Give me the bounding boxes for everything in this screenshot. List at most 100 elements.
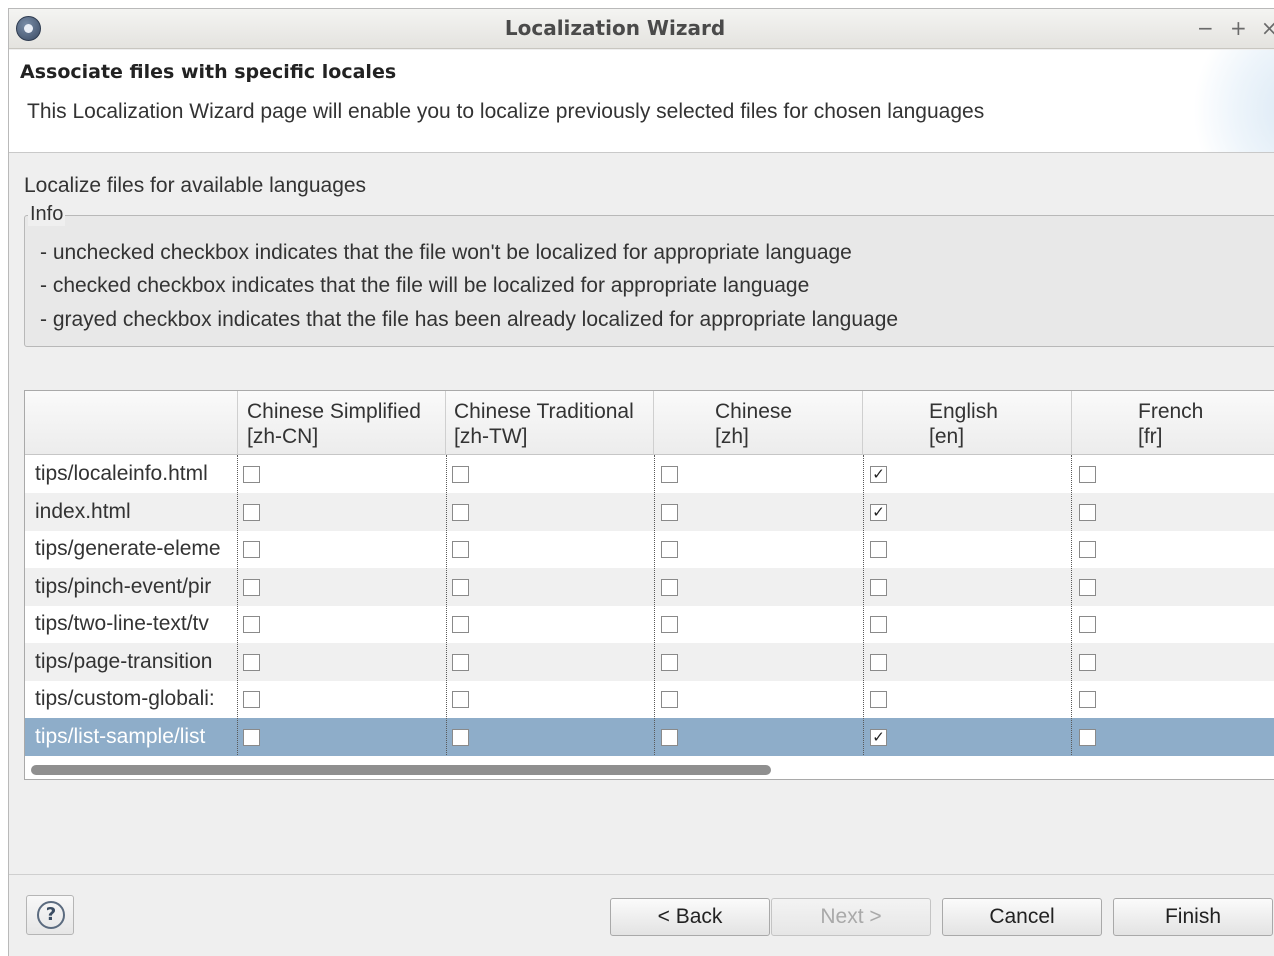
table-row[interactable]: tips/localeinfo.html ✓: [25, 455, 1274, 493]
locale-checkbox-en[interactable]: ✓: [870, 728, 887, 746]
locale-checkbox-en[interactable]: ✓: [870, 503, 887, 521]
locale-checkbox-zh[interactable]: [661, 691, 678, 708]
minimize-icon[interactable]: −: [1197, 15, 1214, 41]
column-divider: [1071, 455, 1072, 755]
locale-checkbox-zh-CN[interactable]: [243, 616, 260, 633]
locale-checkbox-zh-CN[interactable]: [243, 578, 260, 596]
help-icon: ?: [37, 901, 65, 929]
locale-checkbox-fr[interactable]: [1079, 541, 1096, 558]
locale-checkbox-fr[interactable]: [1079, 691, 1096, 708]
locale-checkbox-zh-CN[interactable]: [243, 541, 260, 558]
close-icon[interactable]: ×: [1261, 15, 1274, 41]
locale-checkbox-en[interactable]: [870, 578, 887, 596]
column-language: Chinese Traditional: [454, 400, 634, 423]
column-language: English: [929, 400, 998, 423]
table-row[interactable]: index.html ✓: [25, 492, 1274, 531]
button-bar-separator: [9, 874, 1274, 875]
column-code: [en]: [929, 425, 965, 448]
column-header-zh-tw[interactable]: Chinese Traditional [zh-TW]: [446, 391, 654, 455]
info-line-grayed: - grayed checkbox indicates that the fil…: [40, 308, 899, 331]
locale-checkbox-zh[interactable]: [661, 503, 678, 521]
next-button[interactable]: Next >: [771, 898, 931, 936]
file-name-cell: index.html: [35, 499, 131, 523]
locale-checkbox-en[interactable]: [870, 541, 887, 558]
locale-checkbox-zh[interactable]: [661, 616, 678, 633]
locale-checkbox-en[interactable]: [870, 691, 887, 708]
table-row[interactable]: tips/custom-globali:: [25, 680, 1274, 718]
locale-checkbox-zh[interactable]: [661, 578, 678, 596]
locale-checkbox-zh-CN[interactable]: [243, 466, 260, 483]
locale-checkbox-en[interactable]: ✓: [870, 466, 887, 483]
column-header-zh[interactable]: Chinese [zh]: [654, 391, 863, 455]
locale-checkbox-fr[interactable]: [1079, 653, 1096, 671]
column-code: [fr]: [1138, 425, 1163, 448]
locale-checkbox-zh-TW[interactable]: [452, 541, 469, 558]
info-line-checked: - checked checkbox indicates that the fi…: [40, 274, 810, 297]
locale-checkbox-zh-TW[interactable]: [452, 691, 469, 708]
page-title: Associate files with specific locales: [20, 61, 397, 83]
column-header-file[interactable]: [25, 391, 238, 455]
locale-checkbox-zh-CN[interactable]: [243, 691, 260, 708]
locale-checkbox-zh-CN[interactable]: [243, 653, 260, 671]
help-button[interactable]: ?: [26, 895, 74, 935]
locale-checkbox-zh-TW[interactable]: [452, 728, 469, 746]
locale-checkbox-zh[interactable]: [661, 653, 678, 671]
cancel-button[interactable]: Cancel: [942, 898, 1102, 936]
table-row[interactable]: tips/two-line-text/tv: [25, 605, 1274, 643]
locale-file-table[interactable]: Chinese Simplified [zh-CN] Chinese Tradi…: [24, 390, 1274, 780]
title-bar[interactable]: Localization Wizard − + ×: [9, 9, 1274, 49]
table-header: Chinese Simplified [zh-CN] Chinese Tradi…: [25, 391, 1274, 455]
file-name-cell: tips/page-transition: [35, 649, 213, 673]
horizontal-scrollbar-thumb[interactable]: [31, 765, 771, 775]
locale-checkbox-zh[interactable]: [661, 466, 678, 483]
file-name-cell: tips/list-sample/list: [35, 724, 206, 748]
locale-checkbox-zh-TW[interactable]: [452, 578, 469, 596]
column-language: Chinese: [715, 400, 793, 423]
column-divider: [446, 455, 447, 755]
file-name-cell: tips/localeinfo.html: [35, 462, 208, 485]
locale-checkbox-zh-CN[interactable]: [243, 503, 260, 521]
column-language: French: [1138, 400, 1204, 423]
header-banner-graphic: [1165, 50, 1274, 152]
info-line-unchecked: - unchecked checkbox indicates that the …: [40, 241, 852, 264]
locale-checkbox-zh-TW[interactable]: [452, 503, 469, 521]
table-row[interactable]: tips/generate-eleme: [25, 530, 1274, 568]
back-button[interactable]: < Back: [610, 898, 770, 936]
locale-checkbox-fr[interactable]: [1079, 578, 1096, 596]
table-row[interactable]: tips/pinch-event/pir: [25, 567, 1274, 606]
locale-checkbox-fr[interactable]: [1079, 503, 1096, 521]
column-header-en[interactable]: English [en]: [863, 391, 1072, 455]
column-divider: [863, 455, 864, 755]
locale-checkbox-zh-TW[interactable]: [452, 653, 469, 671]
section-label: Localize files for available languages: [24, 174, 367, 197]
locale-checkbox-zh-TW[interactable]: [452, 466, 469, 483]
locale-checkbox-fr[interactable]: [1079, 466, 1096, 483]
file-name-cell: tips/pinch-event/pir: [35, 574, 212, 598]
maximize-icon[interactable]: +: [1230, 15, 1247, 41]
column-code: [zh]: [715, 425, 749, 448]
locale-checkbox-zh-TW[interactable]: [452, 616, 469, 633]
column-code: [zh-TW]: [454, 425, 528, 448]
wizard-header: Associate files with specific locales Th…: [9, 50, 1274, 153]
locale-checkbox-fr[interactable]: [1079, 616, 1096, 633]
file-name-cell: tips/two-line-text/tv: [35, 612, 209, 635]
locale-checkbox-zh[interactable]: [661, 541, 678, 558]
table-row[interactable]: tips/page-transition: [25, 642, 1274, 681]
locale-checkbox-zh[interactable]: [661, 728, 678, 746]
column-divider: [237, 455, 238, 755]
table-row[interactable]: tips/list-sample/list ✓: [25, 717, 1274, 756]
page-description: This Localization Wizard page will enabl…: [27, 100, 985, 123]
column-header-zh-cn[interactable]: Chinese Simplified [zh-CN]: [238, 391, 446, 455]
file-name-cell: tips/custom-globali:: [35, 687, 215, 710]
info-legend: Info: [28, 203, 66, 226]
column-language: Chinese Simplified: [247, 400, 421, 423]
locale-checkbox-en[interactable]: [870, 616, 887, 633]
window-title: Localization Wizard: [504, 16, 726, 40]
locale-checkbox-zh-CN[interactable]: [243, 728, 260, 746]
locale-checkbox-en[interactable]: [870, 653, 887, 671]
column-divider: [654, 455, 655, 755]
locale-checkbox-fr[interactable]: [1079, 728, 1096, 746]
column-header-fr[interactable]: French [fr]: [1072, 391, 1274, 455]
finish-button[interactable]: Finish: [1113, 898, 1273, 936]
file-name-cell: tips/generate-eleme: [35, 537, 221, 560]
